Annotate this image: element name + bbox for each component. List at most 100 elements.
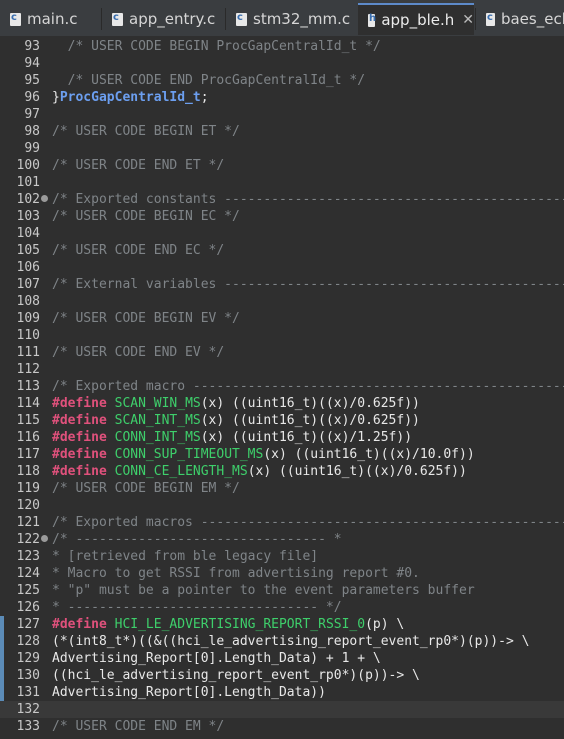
line-number: 128	[16, 634, 40, 649]
code-line[interactable]: 98 /* USER CODE BEGIN ET */	[0, 123, 564, 140]
code-line[interactable]: 122 /* -------------------------------- *	[0, 531, 564, 548]
tab-main-c[interactable]: c main.c	[0, 3, 100, 35]
code-line[interactable]: 127 #define HCI_LE_ADVERTISING_REPORT_RSS…	[0, 616, 564, 633]
code-token: /* -------------------------------- *	[52, 532, 342, 547]
code-line[interactable]: 121 /* Exported macros ------------------…	[0, 514, 564, 531]
tab-app-ble-h[interactable]: h app_ble.h ✕	[358, 3, 474, 35]
code-token: (x) ((uint16_t)((x)/1.25f))	[200, 430, 413, 445]
code-token: /* Exported constants ------------------…	[52, 192, 564, 207]
code-token: (x) ((uint16_t)((x)/0.625f))	[200, 413, 420, 428]
line-number: 101	[16, 175, 40, 190]
code-line[interactable]: 126 * -------------------------------- */	[0, 599, 564, 616]
code-line[interactable]: 109 /* USER CODE BEGIN EV */	[0, 310, 564, 327]
code-text: #define CONN_SUP_TIMEOUT_MS(x) ((uint16_…	[52, 446, 475, 463]
code-text: /* USER CODE END ET */	[52, 157, 224, 174]
code-token: Advertising_Report[0].Length_Data) + 1 +…	[52, 651, 381, 666]
code-line[interactable]: 119 /* USER CODE BEGIN EM */	[0, 480, 564, 497]
code-line[interactable]: 113 /* Exported macro -------------------…	[0, 378, 564, 395]
line-number: 125	[16, 583, 40, 598]
code-token: * "p" must be a pointer to the event par…	[52, 583, 475, 598]
code-editor[interactable]: 93 /* USER CODE BEGIN ProcGapCentralId_t…	[0, 36, 564, 739]
line-number: 96	[24, 90, 40, 105]
code-line[interactable]: 99	[0, 140, 564, 157]
code-line[interactable]: 94	[0, 55, 564, 72]
close-icon[interactable]: ✕	[462, 12, 474, 28]
line-number: 114	[16, 396, 40, 411]
code-line[interactable]: 103 /* USER CODE BEGIN EC */	[0, 208, 564, 225]
code-text: /* USER CODE END EM */	[52, 718, 224, 735]
code-token: Advertising_Report[0].Length_Data))	[52, 685, 326, 700]
code-line[interactable]: 112	[0, 361, 564, 378]
code-line[interactable]: 128 (*(int8_t*)((&((hci_le_advertising_re…	[0, 633, 564, 650]
line-number: 106	[16, 260, 40, 275]
line-number: 94	[24, 56, 40, 71]
code-line[interactable]: 105 /* USER CODE END EC */	[0, 242, 564, 259]
code-line[interactable]: 131 Advertising_Report[0].Length_Data))	[0, 684, 564, 701]
tab-label: app_ble.h	[381, 11, 455, 29]
line-number: 131	[16, 685, 40, 700]
line-number: 95	[24, 73, 40, 88]
code-text: /* USER CODE BEGIN EM */	[52, 480, 240, 497]
fold-toggle-icon[interactable]	[41, 535, 48, 542]
code-text: * -------------------------------- */	[52, 599, 342, 616]
code-token: /* USER CODE END EV */	[52, 345, 225, 360]
code-line[interactable]: 93 /* USER CODE BEGIN ProcGapCentralId_t…	[0, 38, 564, 55]
code-line[interactable]: 118 #define CONN_CE_LENGTH_MS(x) ((uint16…	[0, 463, 564, 480]
code-token: }	[52, 90, 60, 105]
line-number: 97	[24, 107, 40, 122]
code-token: ((hci_le_advertising_report_event_rp0*)(…	[52, 668, 420, 683]
code-line[interactable]: 95 /* USER CODE END ProcGapCentralId_t *…	[0, 72, 564, 89]
code-line[interactable]: 110	[0, 327, 564, 344]
code-line[interactable]: 114 #define SCAN_WIN_MS(x) ((uint16_t)((x…	[0, 395, 564, 412]
code-line[interactable]: 96}ProcGapCentralId_t;	[0, 89, 564, 106]
line-number: 123	[16, 549, 40, 564]
tab-app-entry-c[interactable]: c app_entry.c	[102, 3, 224, 35]
code-token: /* USER CODE END ET */	[52, 158, 225, 173]
code-token: (x) ((uint16_t)((x)/10.0f))	[263, 447, 475, 462]
line-number: 99	[24, 141, 40, 156]
code-line[interactable]: 97	[0, 106, 564, 123]
code-token: ProcGapCentralId_t	[59, 90, 201, 105]
code-line[interactable]: 116 #define CONN_INT_MS(x) ((uint16_t)((x…	[0, 429, 564, 446]
code-line[interactable]: 129 Advertising_Report[0].Length_Data) + …	[0, 650, 564, 667]
code-token: /* USER CODE BEGIN EV */	[52, 311, 240, 326]
code-line[interactable]: 123 * [retrieved from ble legacy file]	[0, 548, 564, 565]
code-token: /* USER CODE BEGIN ProcGapCentralId_t */	[52, 39, 381, 54]
line-number: 111	[16, 345, 40, 360]
code-line[interactable]: 125 * "p" must be a pointer to the event …	[0, 582, 564, 599]
fold-toggle-icon[interactable]	[41, 195, 48, 202]
code-line[interactable]: 107 /* External variables ---------------…	[0, 276, 564, 293]
line-number: 119	[16, 481, 40, 496]
code-text: ((hci_le_advertising_report_event_rp0*)(…	[52, 667, 420, 684]
tab-label: stm32_mm.c	[253, 10, 351, 28]
line-number: 115	[16, 413, 40, 428]
tab-stm32-mm-c[interactable]: c stm32_mm.c	[226, 3, 356, 35]
line-number: 104	[16, 226, 40, 241]
code-line[interactable]: 120	[0, 497, 564, 514]
line-number: 105	[16, 243, 40, 258]
code-line[interactable]: 106	[0, 259, 564, 276]
code-token: /* USER CODE END EC */	[52, 243, 225, 258]
code-line[interactable]: 111 /* USER CODE END EV */	[0, 344, 564, 361]
code-token: /* USER CODE END ProcGapCentralId_t */	[52, 73, 366, 88]
code-line[interactable]: 101	[0, 174, 564, 191]
code-line[interactable]: 130 ((hci_le_advertising_report_event_rp0…	[0, 667, 564, 684]
code-line[interactable]: 108	[0, 293, 564, 310]
code-token: /* External variables ------------------…	[52, 277, 564, 292]
code-line[interactable]: 117 #define CONN_SUP_TIMEOUT_MS(x) ((uint…	[0, 446, 564, 463]
line-number: 129	[16, 651, 40, 666]
code-token: * [retrieved from ble legacy file]	[52, 549, 319, 564]
code-line[interactable]: 102 /* Exported constants ---------------…	[0, 191, 564, 208]
code-line[interactable]: 100 /* USER CODE END ET */	[0, 157, 564, 174]
code-line[interactable]: 115 #define SCAN_INT_MS(x) ((uint16_t)((x…	[0, 412, 564, 429]
line-number: 117	[16, 447, 40, 462]
code-line[interactable]: 133 /* USER CODE END EM */	[0, 718, 564, 735]
code-line[interactable]: 104	[0, 225, 564, 242]
code-line[interactable]: 132	[0, 701, 564, 718]
tab-label: baes_ecb.	[500, 10, 564, 28]
tab-baes-ecb[interactable]: c baes_ecb.	[476, 3, 564, 35]
code-text: * "p" must be a pointer to the event par…	[52, 582, 475, 599]
code-line[interactable]: 124 * Macro to get RSSI from advertising …	[0, 565, 564, 582]
line-number: 118	[16, 464, 40, 479]
line-number: 109	[16, 311, 40, 326]
